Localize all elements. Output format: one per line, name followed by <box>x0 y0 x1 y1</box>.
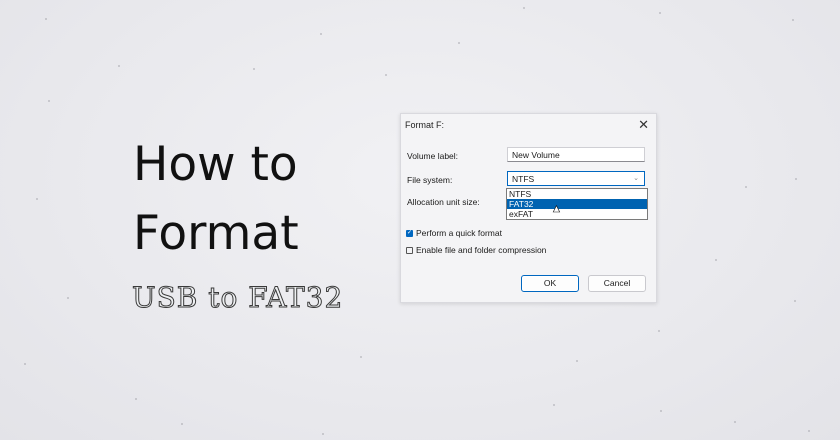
close-icon[interactable]: ✕ <box>638 117 649 133</box>
file-system-label: File system: <box>407 175 453 185</box>
file-system-dropdown-list: NTFS FAT32 exFAT <box>506 188 648 220</box>
quick-format-option[interactable]: ✓ Perform a quick format <box>406 228 502 238</box>
allocation-unit-size-label: Allocation unit size: <box>407 197 480 207</box>
dialog-title: Format F: <box>405 120 445 130</box>
dropdown-option-fat32[interactable]: FAT32 <box>507 199 647 209</box>
format-dialog: Format F: ✕ Volume label: New Volume Fil… <box>400 113 657 303</box>
hero-subtitle: USB to FAT32 <box>131 281 344 314</box>
cancel-button[interactable]: Cancel <box>588 275 646 292</box>
ok-button[interactable]: OK <box>521 275 579 292</box>
chevron-down-icon: ⌄ <box>633 175 639 182</box>
file-system-select[interactable]: NTFS ⌄ <box>507 171 645 186</box>
dropdown-option-ntfs[interactable]: NTFS <box>507 189 647 199</box>
hero-title-line2: Format <box>133 206 299 261</box>
quick-format-label: Perform a quick format <box>416 228 502 238</box>
volume-label-label: Volume label: <box>407 151 459 161</box>
volume-label-input[interactable]: New Volume <box>507 147 645 162</box>
compression-option[interactable]: Enable file and folder compression <box>406 245 546 255</box>
mouse-cursor-icon: ▲ <box>551 203 562 216</box>
dropdown-option-exfat[interactable]: exFAT <box>507 209 647 219</box>
quick-format-checkbox[interactable]: ✓ <box>406 229 413 237</box>
file-system-value: NTFS <box>512 174 535 184</box>
hero-title-line1: How to <box>133 137 298 192</box>
compression-label: Enable file and folder compression <box>416 245 547 255</box>
compression-checkbox[interactable] <box>406 246 413 254</box>
